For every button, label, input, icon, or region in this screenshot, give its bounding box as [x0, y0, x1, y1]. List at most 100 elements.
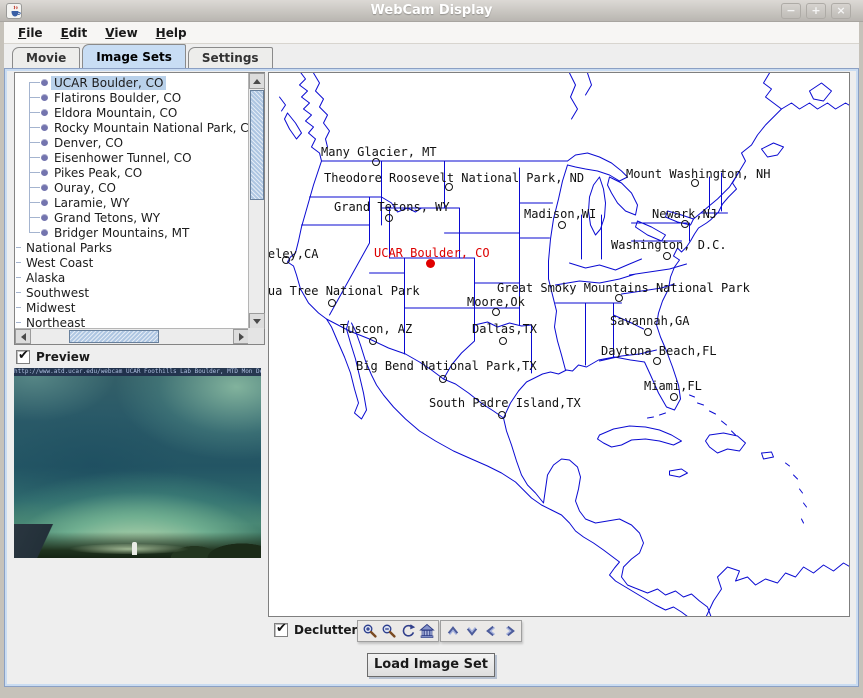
map-city-label: Dallas,TX: [472, 322, 537, 336]
map-canvas[interactable]: Many Glacier, MTTheodore Roosevelt Natio…: [268, 72, 850, 617]
menu-item[interactable]: File: [10, 24, 51, 42]
preview-checkbox-row: ✔ Preview: [16, 350, 90, 364]
vertical-scroll-thumb[interactable]: [250, 90, 264, 200]
tree-item-webcam[interactable]: Denver, CO: [15, 135, 249, 150]
scrollbar-corner: [248, 328, 264, 344]
menu-item[interactable]: View: [97, 24, 145, 42]
left-arrow-icon: [21, 333, 26, 341]
close-button[interactable]: ×: [831, 3, 851, 19]
webcam-pole: [132, 542, 137, 555]
map-site-marker: [691, 179, 699, 187]
tree-item-webcam[interactable]: Eldora Mountain, CO: [15, 105, 249, 120]
tab-movie[interactable]: Movie: [12, 47, 80, 68]
map-site-marker: [653, 357, 661, 365]
map-city-label: Daytona Beach,FL: [601, 344, 717, 358]
map-site-marker: [385, 214, 393, 222]
horizontal-scrollbar[interactable]: [15, 328, 249, 344]
map-city-label: Berkeley,CA: [268, 247, 318, 261]
reset-projection-button[interactable]: [399, 623, 416, 640]
scroll-down-button[interactable]: [249, 313, 265, 329]
scroll-up-button[interactable]: [249, 73, 265, 89]
home-view-button[interactable]: [418, 623, 435, 640]
map-site-marker: [372, 158, 380, 166]
maximize-button[interactable]: +: [806, 3, 826, 19]
tree-item-webcam[interactable]: UCAR Boulder, CO: [15, 75, 249, 90]
tree-item-webcam[interactable]: Flatirons Boulder, CO: [15, 90, 249, 105]
vertical-scrollbar[interactable]: [248, 73, 264, 329]
leaf-node-icon: [41, 184, 48, 191]
pan-down-button[interactable]: [463, 623, 480, 640]
tree-item-category[interactable]: Northeast: [15, 315, 249, 329]
tree-item-category[interactable]: West Coast: [15, 255, 249, 270]
map-site-marker: [439, 375, 447, 383]
leaf-node-icon: [41, 229, 48, 236]
tree-item-category[interactable]: Southwest: [15, 285, 249, 300]
tree-item-webcam[interactable]: Bridger Mountains, MT: [15, 225, 249, 240]
check-icon: ✔: [276, 621, 287, 636]
map-city-label: Tuscon, AZ: [340, 322, 412, 336]
menu-bar: FileEditViewHelp: [4, 22, 859, 44]
right-arrow-icon: [239, 333, 244, 341]
tree-item-webcam[interactable]: Rocky Mountain National Park, CO: [15, 120, 249, 135]
map-site-marker: [670, 393, 678, 401]
map-city-label: UCAR Boulder, CO: [374, 246, 490, 260]
map-site-marker: [615, 294, 623, 302]
webcam-tree-panel: UCAR Boulder, CO Flatirons Boulder, CO E…: [14, 72, 265, 345]
leaf-node-icon: [41, 214, 48, 221]
webcam-field: [69, 544, 189, 554]
map-site-marker: [499, 337, 507, 345]
map-city-label: Big Bend National Park,TX: [356, 359, 537, 373]
map-city-label: Joshua Tree National Park: [268, 284, 420, 298]
tree-item-category[interactable]: Midwest: [15, 300, 249, 315]
map-site-marker: [445, 183, 453, 191]
tree-item-webcam[interactable]: Ouray, CO: [15, 180, 249, 195]
minimize-button[interactable]: −: [781, 3, 801, 19]
tree-item-webcam[interactable]: Grand Tetons, WY: [15, 210, 249, 225]
webcam-preview-image: http://www.atd.ucar.edu/webcam UCAR Foot…: [14, 368, 261, 558]
tab-settings[interactable]: Settings: [188, 47, 273, 68]
map-city-label: South Padre Island,TX: [429, 396, 581, 410]
tree-viewport: UCAR Boulder, CO Flatirons Boulder, CO E…: [15, 73, 249, 329]
tree-item-webcam[interactable]: Laramie, WY: [15, 195, 249, 210]
map-city-label: Theodore Roosevelt National Park, ND: [324, 171, 584, 185]
load-image-set-button[interactable]: Load Image Set: [367, 653, 495, 677]
pan-left-button[interactable]: [482, 623, 499, 640]
window-frame-bottom: [0, 687, 863, 698]
preview-checkbox[interactable]: ✔: [16, 350, 30, 364]
leaf-node-icon: [41, 124, 48, 131]
zoom-in-button[interactable]: [361, 623, 378, 640]
pan-right-button[interactable]: [501, 623, 518, 640]
leaf-node-icon: [41, 109, 48, 116]
map-city-label: Savannah,GA: [610, 314, 689, 328]
leaf-node-icon: [41, 139, 48, 146]
scroll-left-button[interactable]: [15, 329, 31, 344]
map-city-label: Grand Tetons, WY: [334, 200, 450, 214]
map-city-label: Great Smoky Mountains National Park: [497, 281, 750, 295]
tree-item-category[interactable]: National Parks: [15, 240, 249, 255]
leaf-node-icon: [41, 199, 48, 206]
map-site-marker: [644, 328, 652, 336]
tab-image-sets[interactable]: Image Sets: [82, 44, 186, 68]
map-city-label: Madison,WI: [524, 207, 596, 221]
tree-item-webcam[interactable]: Pikes Peak, CO: [15, 165, 249, 180]
menu-item[interactable]: Edit: [53, 24, 96, 42]
scroll-right-button[interactable]: [233, 329, 249, 344]
map-site-marker: [681, 220, 689, 228]
horizontal-scroll-thumb[interactable]: [69, 330, 159, 343]
tree-item-webcam[interactable]: Eisenhower Tunnel, CO: [15, 150, 249, 165]
map-pan-toolbar: [440, 620, 522, 642]
map-site-marker: [426, 259, 435, 268]
check-icon: ✔: [18, 348, 29, 363]
map-site-marker: [328, 299, 336, 307]
map-site-marker: [498, 411, 506, 419]
leaf-node-icon: [41, 94, 48, 101]
menu-item[interactable]: Help: [148, 24, 195, 42]
leaf-node-icon: [41, 79, 48, 86]
pan-up-button[interactable]: [444, 623, 461, 640]
map-site-marker: [369, 337, 377, 345]
zoom-out-button[interactable]: [380, 623, 397, 640]
tree-item-category[interactable]: Alaska: [15, 270, 249, 285]
declutter-checkbox[interactable]: ✔: [274, 623, 288, 637]
map-city-label: Mount Washington, NH: [626, 167, 771, 181]
leaf-node-icon: [41, 169, 48, 176]
